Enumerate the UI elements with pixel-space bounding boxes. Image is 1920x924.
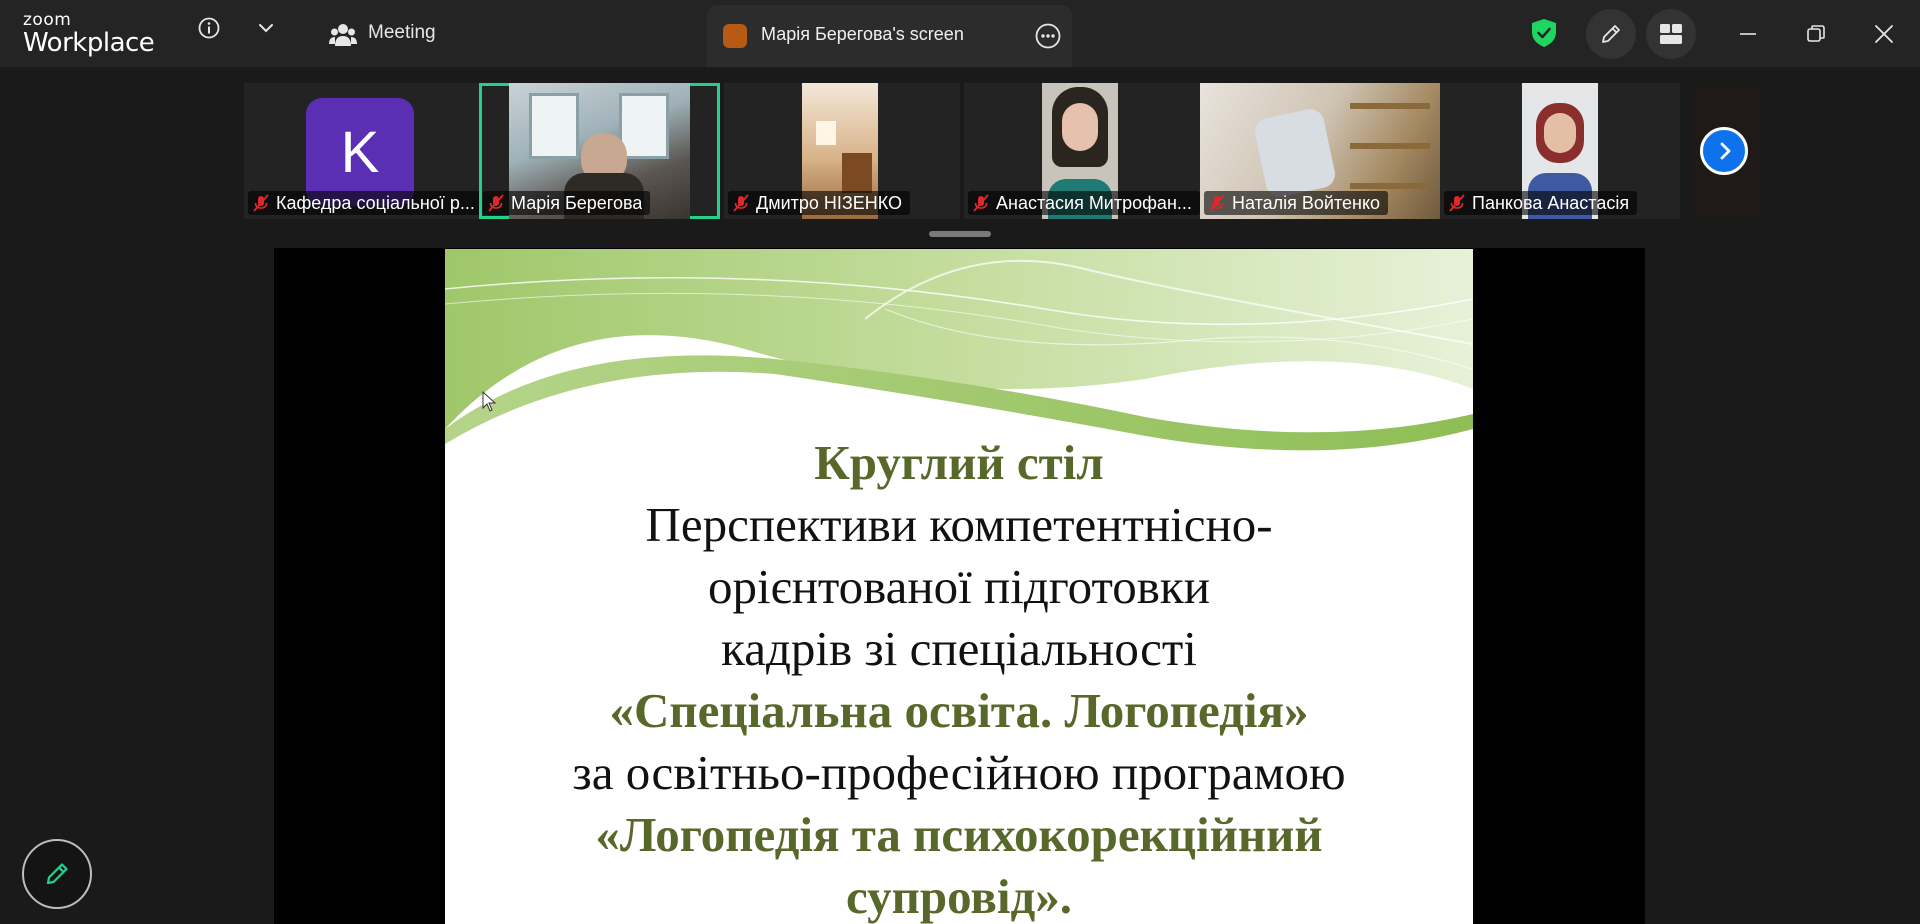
avatar: K bbox=[306, 98, 414, 206]
slide-line-title: Круглий стіл bbox=[814, 435, 1104, 490]
restore-icon[interactable] bbox=[1802, 20, 1830, 48]
annotate-pencil-icon bbox=[1602, 25, 1620, 43]
slide-line: за освітньо-професійною програмою bbox=[572, 745, 1346, 800]
zoom-logo: zoom Workplace bbox=[23, 10, 155, 58]
mouse-cursor-icon bbox=[482, 391, 497, 412]
mic-off-icon bbox=[1209, 194, 1225, 212]
participant-nametag: Панкова Анастасія bbox=[1444, 191, 1638, 215]
shared-screen-tab[interactable]: Марія Берегова's screen bbox=[707, 5, 1072, 67]
annotate-button[interactable] bbox=[1586, 9, 1636, 59]
participant-tile[interactable]: Анастасия Митрофан... bbox=[964, 83, 1200, 219]
slide-line-program: «Логопедія та психокорекційний bbox=[595, 807, 1323, 862]
participant-nametag: Анастасия Митрофан... bbox=[968, 191, 1200, 215]
participant-nametag: Наталія Войтенко bbox=[1204, 191, 1389, 215]
apps-button[interactable] bbox=[1646, 9, 1696, 59]
slide-line-specialty: «Спеціальна освіта. Логопедія» bbox=[609, 683, 1309, 738]
participant-name: Панкова Анастасія bbox=[1472, 192, 1630, 213]
participant-name: Марія Берегова bbox=[511, 192, 643, 213]
participant-tile[interactable]: K Кафедра соціальної р... bbox=[244, 83, 484, 219]
more-icon[interactable] bbox=[1034, 22, 1062, 55]
participant-tile[interactable]: Панкова Анастасія bbox=[1440, 83, 1680, 219]
participant-nametag: Марія Берегова bbox=[483, 191, 651, 215]
participant-tile[interactable]: Наталія Войтенко bbox=[1200, 83, 1440, 219]
title-bar: zoom Workplace Meeting Марія Берегова's … bbox=[0, 0, 1920, 67]
participant-tile[interactable]: Марія Берегова bbox=[479, 83, 720, 219]
next-page-button[interactable] bbox=[1700, 127, 1748, 175]
participant-name: Дмитро НІЗЕНКО bbox=[756, 192, 903, 213]
shield-icon[interactable] bbox=[1529, 17, 1559, 49]
mic-off-icon bbox=[488, 194, 504, 212]
participant-name: Анастасия Митрофан... bbox=[996, 192, 1192, 213]
slide-line: Перспективи компетентнісно- bbox=[645, 497, 1273, 552]
mic-off-icon bbox=[253, 194, 269, 212]
participant-nametag: Кафедра соціальної р... bbox=[248, 191, 483, 215]
floating-annotate-button[interactable] bbox=[22, 839, 92, 909]
pencil-icon bbox=[46, 863, 68, 885]
participant-tile[interactable]: Дмитро НІЗЕНКО bbox=[724, 83, 960, 219]
minimize-icon[interactable] bbox=[1734, 20, 1762, 48]
slide-line: кадрів зі спеціальності bbox=[721, 621, 1197, 676]
logo-zoom-text: zoom bbox=[23, 10, 72, 30]
participant-name: Наталія Войтенко bbox=[1232, 192, 1381, 213]
participant-nametag: Дмитро НІЗЕНКО bbox=[728, 191, 911, 215]
logo-workplace-text: Workplace bbox=[23, 28, 155, 58]
shared-screen-tab-label: Марія Берегова's screen bbox=[761, 24, 964, 44]
mic-off-icon bbox=[733, 194, 749, 212]
presentation-slide: Круглий стіл Перспективи компетентнісно-… bbox=[445, 249, 1473, 924]
participant-name: Кафедра соціальної р... bbox=[276, 192, 475, 213]
participants-icon[interactable] bbox=[328, 20, 358, 50]
mic-off-icon bbox=[1449, 194, 1465, 212]
mic-off-icon bbox=[973, 194, 989, 212]
app-square-icon bbox=[723, 24, 747, 48]
apps-grid-icon bbox=[1660, 24, 1682, 44]
slide-text-block: Круглий стіл Перспективи компетентнісно-… bbox=[445, 432, 1473, 924]
chevron-right-icon bbox=[1720, 142, 1731, 160]
close-icon[interactable] bbox=[1870, 20, 1898, 48]
gallery-resize-handle[interactable] bbox=[929, 231, 991, 237]
meeting-label[interactable]: Meeting bbox=[368, 22, 436, 44]
slide-line: орієнтованої підготовки bbox=[708, 559, 1210, 614]
info-icon[interactable] bbox=[195, 14, 223, 42]
chevron-down-icon[interactable] bbox=[252, 14, 280, 42]
slide-line-program: супровід». bbox=[846, 869, 1072, 924]
